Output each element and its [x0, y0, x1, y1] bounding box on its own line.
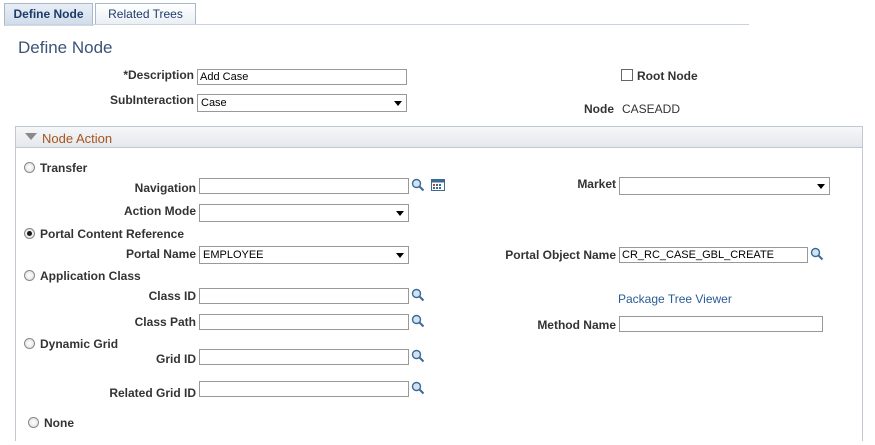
navigation-label: Navigation: [134, 181, 196, 195]
subinteraction-select[interactable]: Case: [197, 94, 407, 112]
prompt-list-icon[interactable]: [431, 178, 445, 192]
magnifier-icon[interactable]: [411, 314, 425, 328]
action-mode-select[interactable]: [199, 204, 409, 222]
node-value: CASEADD: [622, 102, 681, 116]
dynamic-grid-label: Dynamic Grid: [40, 337, 119, 351]
portal-name-label: Portal Name: [125, 247, 196, 261]
grid-id-label: Grid ID: [155, 352, 196, 366]
description-label: *Description: [123, 68, 194, 82]
transfer-label: Transfer: [40, 161, 88, 175]
portal-content-reference-label: Portal Content Reference: [40, 227, 185, 241]
portal-object-name-label: Portal Object Name: [505, 248, 616, 262]
collapse-triangle-icon: [25, 133, 37, 140]
market-label: Market: [577, 177, 616, 191]
portal-name-value: EMPLOYEE: [203, 249, 264, 261]
section-title: Node Action: [42, 131, 113, 146]
none-label: None: [44, 416, 74, 430]
transfer-radio[interactable]: [24, 162, 35, 173]
magnifier-icon[interactable]: [411, 288, 425, 302]
root-node-checkbox[interactable]: [621, 69, 633, 81]
magnifier-icon[interactable]: [810, 247, 824, 261]
node-label: Node: [584, 102, 614, 116]
class-path-input[interactable]: [199, 314, 409, 330]
related-grid-id-label: Related Grid ID: [109, 386, 196, 400]
application-class-label: Application Class: [40, 269, 141, 283]
magnifier-icon[interactable]: [411, 381, 425, 395]
chevron-down-icon: [396, 211, 404, 216]
description-input[interactable]: [197, 69, 407, 85]
market-select[interactable]: [619, 177, 830, 195]
node-action-section-header[interactable]: Node Action: [15, 126, 863, 148]
class-id-input[interactable]: [199, 288, 409, 304]
application-class-radio[interactable]: [24, 270, 35, 281]
action-mode-label: Action Mode: [124, 204, 196, 218]
package-tree-viewer-link[interactable]: Package Tree Viewer: [618, 292, 732, 306]
portal-object-name-input[interactable]: [619, 247, 808, 263]
grid-id-input[interactable]: [199, 349, 409, 365]
tab-related-trees[interactable]: Related Trees: [95, 3, 196, 25]
page-title: Define Node: [18, 38, 113, 57]
tab-define-node[interactable]: Define Node: [4, 3, 93, 26]
magnifier-icon[interactable]: [411, 178, 425, 192]
subinteraction-label: SubInteraction: [109, 93, 194, 107]
portal-name-select[interactable]: EMPLOYEE: [199, 246, 409, 264]
dynamic-grid-radio[interactable]: [24, 338, 35, 349]
class-id-label: Class ID: [148, 289, 196, 303]
method-name-label: Method Name: [537, 318, 616, 332]
tab-underline: [4, 24, 749, 25]
chevron-down-icon: [396, 253, 404, 258]
none-radio[interactable]: [28, 417, 39, 428]
portal-content-reference-radio[interactable]: [24, 228, 35, 239]
magnifier-icon[interactable]: [411, 349, 425, 363]
related-grid-id-input[interactable]: [199, 381, 409, 397]
method-name-input[interactable]: [619, 316, 823, 332]
class-path-label: Class Path: [134, 315, 196, 329]
subinteraction-value: Case: [201, 97, 227, 109]
root-node-label: Root Node: [637, 69, 698, 83]
chevron-down-icon: [817, 184, 825, 189]
chevron-down-icon: [394, 101, 402, 106]
navigation-input[interactable]: [199, 178, 409, 194]
